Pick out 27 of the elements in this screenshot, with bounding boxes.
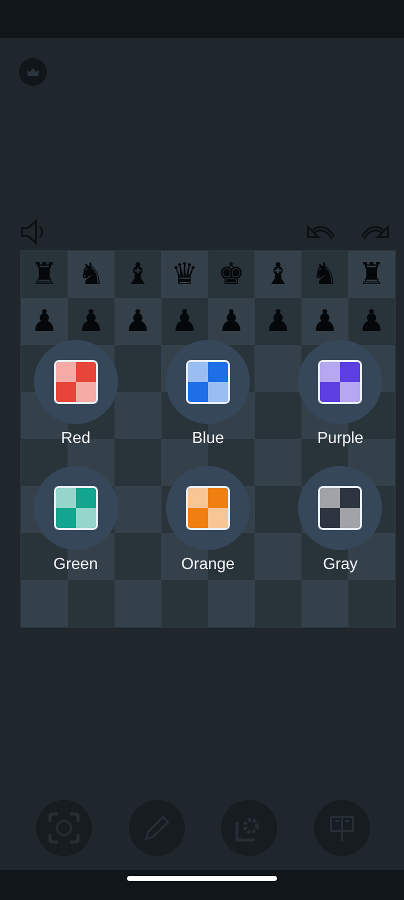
theme-label: Blue (192, 430, 224, 448)
chess-piece: ♝ (124, 260, 152, 290)
chess-piece: ♟ (264, 306, 292, 336)
crown-icon (27, 68, 39, 76)
avatar[interactable] (19, 58, 47, 86)
chess-piece: ♟ (124, 306, 152, 336)
theme-label: Orange (181, 556, 235, 574)
chess-piece: ♟ (171, 306, 198, 336)
chess-piece: ♞ (78, 260, 105, 290)
theme-label: Red (60, 430, 90, 448)
undo-icon[interactable] (306, 223, 336, 241)
theme-label: Green (53, 556, 98, 574)
chess-piece: ♞ (311, 260, 338, 290)
chess-piece: ♟ (311, 306, 338, 336)
theme-label: Gray (322, 556, 358, 574)
chess-piece: ♟ (218, 306, 245, 336)
theme-label: Purple (317, 430, 364, 448)
chess-piece: ♜ (30, 260, 58, 290)
chess-piece: ♟ (358, 306, 386, 336)
redo-icon[interactable] (360, 223, 390, 241)
chess-piece: ♟ (78, 306, 105, 336)
chess-piece: ♟ (30, 306, 58, 336)
home-indicator[interactable] (127, 876, 277, 881)
chess-piece: ♝ (264, 260, 292, 290)
chess-piece: ♜ (358, 260, 386, 290)
chess-piece: ♛ (171, 260, 198, 290)
chess-piece: ♚ (218, 260, 245, 290)
